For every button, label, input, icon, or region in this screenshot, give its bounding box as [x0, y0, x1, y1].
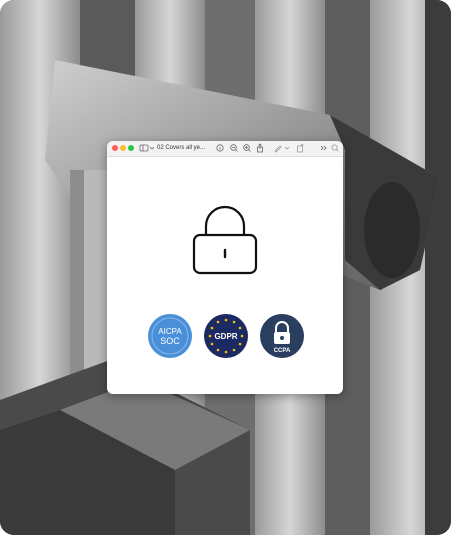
hero-card: 02 Covers all ye... AICPA SOC GDPR CCPA: [0, 0, 451, 535]
more-icon[interactable]: [319, 142, 329, 154]
preview-window: 02 Covers all ye... AICPA SOC GDPR CCPA: [107, 141, 343, 394]
chevron-down-icon[interactable]: [284, 142, 290, 154]
rotate-icon[interactable]: [295, 142, 305, 154]
chevron-down-icon[interactable]: [149, 142, 155, 154]
zoom-out-icon[interactable]: [229, 142, 239, 154]
document-title: 02 Covers all ye...: [157, 145, 206, 151]
aicpa-label: AICPA: [158, 327, 182, 336]
close-window-button[interactable]: [112, 145, 118, 151]
info-icon[interactable]: [215, 142, 225, 154]
window-titlebar: 02 Covers all ye...: [107, 141, 343, 157]
gdpr-badge: GDPR: [204, 314, 248, 358]
minimize-window-button[interactable]: [120, 145, 126, 151]
compliance-badges: AICPA SOC GDPR CCPA: [147, 313, 307, 363]
ccpa-badge: CCPA: [260, 314, 304, 358]
gdpr-label: GDPR: [214, 332, 237, 341]
markup-icon[interactable]: [273, 142, 283, 154]
ccpa-label: CCPA: [274, 348, 291, 354]
sidebar-icon[interactable]: [139, 142, 149, 154]
share-icon[interactable]: [255, 142, 265, 154]
zoom-window-button[interactable]: [128, 145, 134, 151]
aicpa-soc-badge: AICPA SOC: [148, 314, 192, 358]
zoom-in-icon[interactable]: [242, 142, 252, 154]
soc-label: SOC: [160, 336, 180, 346]
padlock-icon: [192, 205, 258, 275]
search-icon[interactable]: [330, 142, 340, 154]
